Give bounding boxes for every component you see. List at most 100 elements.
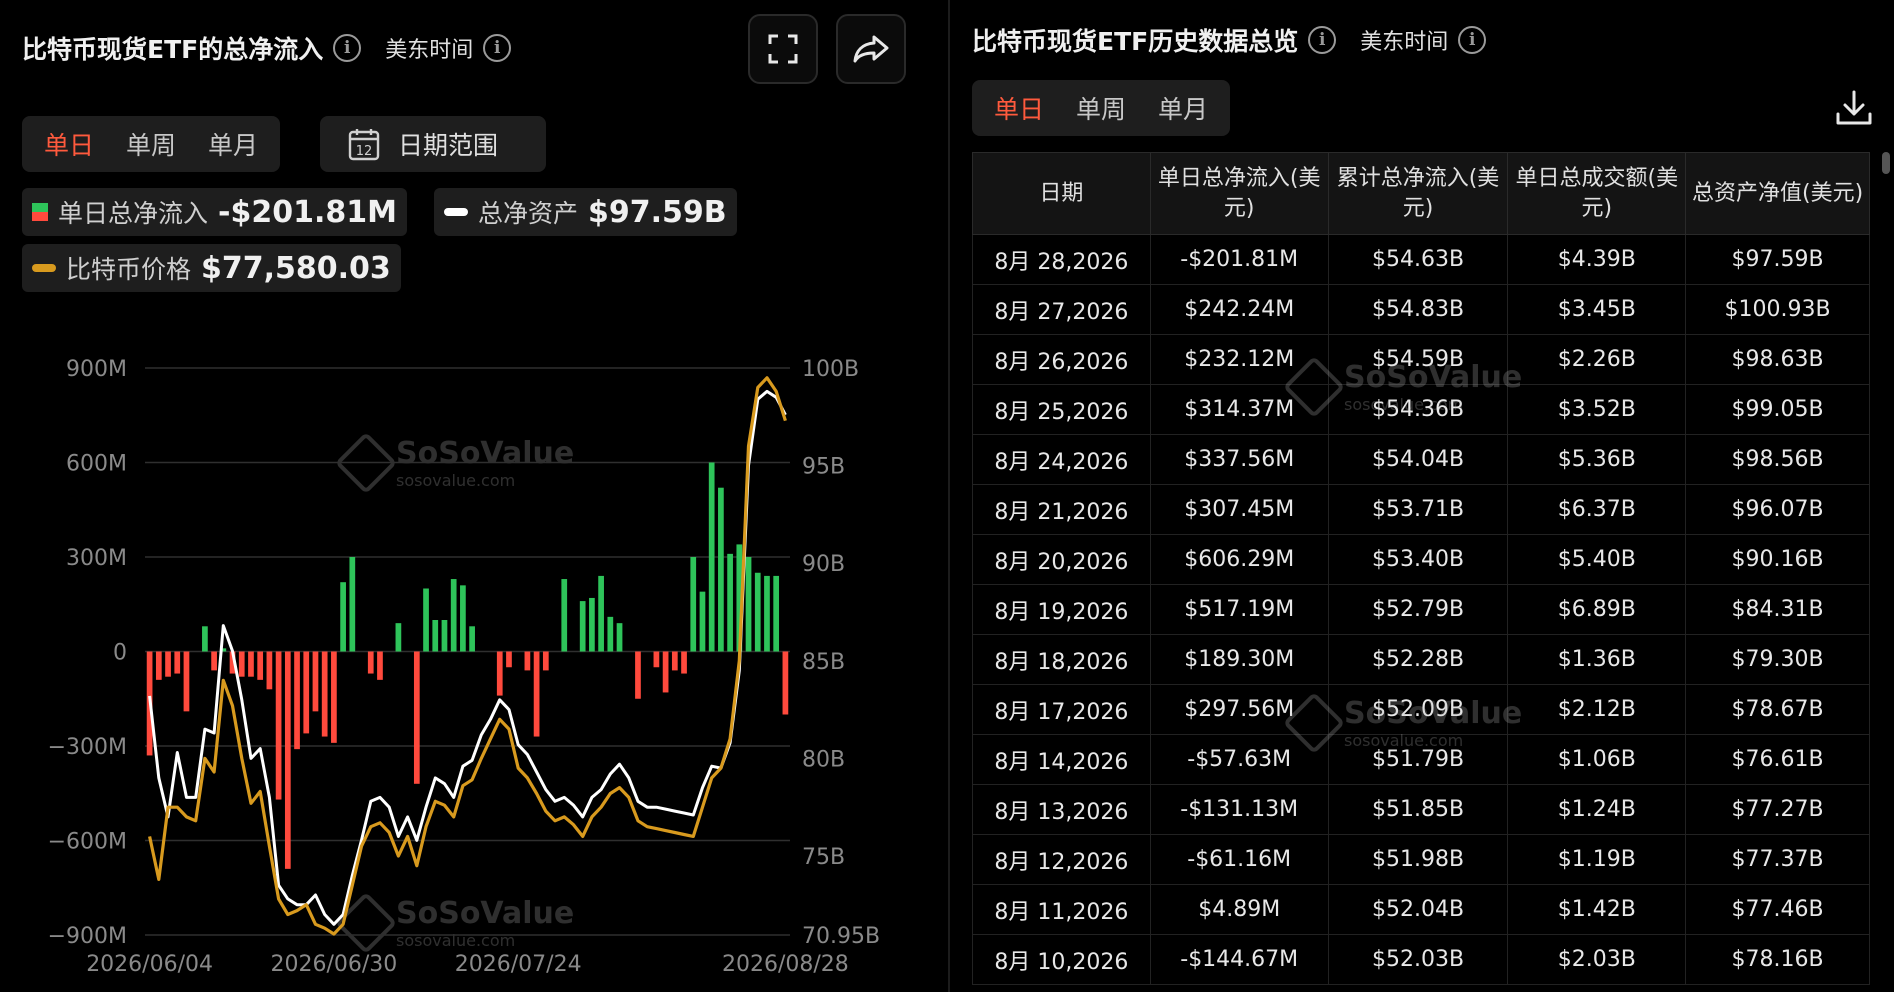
flow-bar bbox=[533, 651, 540, 737]
y-right-tick-label: 70.95B bbox=[802, 924, 880, 949]
left-title-row: 比特币现货ETF的总净流入 i 美东时间 i bbox=[22, 30, 512, 66]
tab-daily[interactable]: 单日 bbox=[28, 126, 110, 162]
table-row[interactable]: 8月 21,2026 $307.45M $53.71B $6.37B $96.07B bbox=[972, 484, 1870, 535]
flow-bar bbox=[284, 651, 291, 869]
info-icon[interactable]: i bbox=[483, 34, 512, 62]
legend-name: 总净资产 bbox=[478, 199, 579, 228]
flow-bar bbox=[542, 651, 549, 671]
table-row[interactable]: 8月 19,2026 $517.19M $52.79B $6.89B $84.31B bbox=[972, 584, 1870, 635]
legend-net-assets[interactable]: 总净资产 $97.59B bbox=[434, 188, 737, 236]
cell-net-assets: $77.27B bbox=[1685, 784, 1870, 835]
tab-monthly[interactable]: 单月 bbox=[192, 126, 274, 162]
tab-weekly[interactable]: 单周 bbox=[1060, 90, 1142, 126]
flow-bar bbox=[367, 651, 374, 674]
column-header[interactable]: 日期 bbox=[972, 152, 1151, 235]
table-row[interactable]: 8月 11,2026 $4.89M $52.04B $1.42B $77.46B bbox=[972, 884, 1870, 935]
flow-bar bbox=[441, 620, 448, 652]
tab-weekly[interactable]: 单周 bbox=[110, 126, 192, 162]
flow-bar bbox=[165, 651, 171, 677]
cell-net-assets: $77.37B bbox=[1685, 834, 1870, 885]
download-icon[interactable] bbox=[1834, 88, 1874, 128]
y-left-tick-label: −900M bbox=[48, 924, 127, 949]
table-header-row: 日期 单日总净流入(美元) 累计总净流入(美元) 单日总成交额(美元) 总资产净… bbox=[972, 152, 1870, 235]
table-row[interactable]: 8月 10,2026 -$144.67M $52.03B $2.03B $78.16B bbox=[972, 934, 1870, 985]
flow-bar bbox=[773, 575, 780, 652]
table-row[interactable]: 8月 12,2026 -$61.16M $51.98B $1.19B $77.37B bbox=[972, 834, 1870, 885]
flow-bar bbox=[653, 651, 660, 668]
flow-bar bbox=[174, 651, 181, 674]
cell-net-assets: $90.16B bbox=[1685, 534, 1870, 585]
timezone-label: 美东时间 bbox=[385, 38, 474, 63]
share-icon bbox=[853, 35, 889, 63]
legend-btc-price[interactable]: 比特币价格 $77,580.03 bbox=[22, 244, 401, 292]
watermark: SoSoValue sosovalue.com bbox=[1282, 355, 1523, 419]
cell-net-assets: $96.07B bbox=[1685, 484, 1870, 535]
date-range-button[interactable]: 12 日期范围 bbox=[320, 116, 546, 172]
flow-bar bbox=[395, 623, 402, 652]
watermark-url: sosovalue.com bbox=[1344, 731, 1464, 750]
share-button[interactable] bbox=[836, 14, 906, 84]
flow-bar bbox=[202, 626, 208, 652]
net-assets-line bbox=[148, 389, 787, 926]
cell-net-assets: $77.46B bbox=[1685, 884, 1870, 935]
cell-daily-flow: $4.89M bbox=[1149, 884, 1329, 935]
flow-bar bbox=[782, 651, 789, 715]
y-right-tick-label: 90B bbox=[802, 552, 845, 577]
fullscreen-icon bbox=[768, 34, 798, 64]
flow-bar bbox=[238, 651, 245, 677]
legend-value: -$201.81M bbox=[218, 194, 397, 230]
table-row[interactable]: 8月 28,2026 -$201.81M $54.63B $4.39B $97.59B bbox=[972, 234, 1870, 285]
legend-value: $77,580.03 bbox=[201, 250, 391, 286]
cell-date: 8月 24,2026 bbox=[972, 434, 1151, 485]
right-title-row: 比特币现货ETF历史数据总览 i 美东时间 i bbox=[972, 22, 1487, 58]
cell-date: 8月 13,2026 bbox=[972, 784, 1151, 835]
info-icon[interactable]: i bbox=[333, 34, 362, 62]
x-tick-label: 2026/06/30 bbox=[270, 952, 397, 977]
cell-daily-flow: $337.56M bbox=[1149, 434, 1329, 485]
y-right-tick-label: 100B bbox=[802, 357, 859, 382]
history-panel: 比特币现货ETF历史数据总览 i 美东时间 i 单日 单周 单月 日期 单日总净… bbox=[952, 0, 1894, 992]
cell-volume: $6.89B bbox=[1507, 584, 1687, 635]
cell-cumulative-flow: $53.40B bbox=[1327, 534, 1509, 585]
svg-text:12: 12 bbox=[356, 144, 373, 159]
flow-bar bbox=[708, 462, 715, 652]
cell-date: 8月 19,2026 bbox=[972, 584, 1151, 635]
flow-bar bbox=[155, 651, 162, 680]
column-header[interactable]: 单日总净流入(美元) bbox=[1149, 152, 1329, 235]
column-header[interactable]: 累计总净流入(美元) bbox=[1327, 152, 1509, 235]
info-icon[interactable]: i bbox=[1308, 26, 1337, 54]
info-icon[interactable]: i bbox=[1458, 26, 1487, 54]
flow-bar bbox=[681, 651, 687, 674]
table-row[interactable]: 8月 20,2026 $606.29M $53.40B $5.40B $90.16B bbox=[972, 534, 1870, 585]
flow-chart[interactable]: 900M 600M 300M 0 −300M −600M −900M 100B 95B 90B 85… bbox=[0, 340, 946, 992]
flow-bar bbox=[727, 553, 733, 652]
table-row[interactable]: 8月 13,2026 -$131.13M $51.85B $1.24B $77.27B bbox=[972, 784, 1870, 835]
legend-daily-flow[interactable]: 单日总净流入 -$201.81M bbox=[22, 188, 407, 236]
watermark-brand: SoSoValue bbox=[1344, 360, 1523, 395]
table-row[interactable]: 8月 18,2026 $189.30M $52.28B $1.36B $79.30B bbox=[972, 634, 1870, 685]
fullscreen-button[interactable] bbox=[748, 14, 818, 84]
tab-daily[interactable]: 单日 bbox=[978, 90, 1060, 126]
watermark: SoSoValue sosovalue.com bbox=[1282, 691, 1522, 755]
y-left-tick-label: 300M bbox=[66, 546, 127, 571]
cell-date: 8月 10,2026 bbox=[972, 934, 1151, 985]
table-row[interactable]: 8月 24,2026 $337.56M $54.04B $5.36B $98.56B bbox=[972, 434, 1870, 485]
column-header[interactable]: 总资产净值(美元) bbox=[1685, 152, 1870, 235]
flow-bar bbox=[754, 572, 761, 652]
cell-cumulative-flow: $54.04B bbox=[1327, 434, 1509, 485]
cell-cumulative-flow: $53.71B bbox=[1327, 484, 1509, 535]
assets-swatch-icon bbox=[444, 208, 468, 216]
flow-bar bbox=[275, 651, 282, 800]
table-scrollbar[interactable] bbox=[1882, 152, 1890, 174]
timezone-label: 美东时间 bbox=[1360, 30, 1449, 55]
tab-monthly[interactable]: 单月 bbox=[1142, 90, 1224, 126]
cell-cumulative-flow: $52.28B bbox=[1327, 634, 1509, 685]
column-header[interactable]: 单日总成交额(美元) bbox=[1507, 152, 1687, 235]
panel-divider bbox=[948, 0, 950, 992]
table-row[interactable]: 8月 27,2026 $242.24M $54.83B $3.45B $100.93B bbox=[972, 284, 1870, 335]
flow-bar bbox=[671, 651, 678, 671]
cell-cumulative-flow: $52.04B bbox=[1327, 884, 1509, 935]
cell-volume: $3.45B bbox=[1507, 284, 1687, 335]
calendar-icon: 12 bbox=[348, 129, 380, 161]
flow-bar bbox=[745, 557, 752, 652]
